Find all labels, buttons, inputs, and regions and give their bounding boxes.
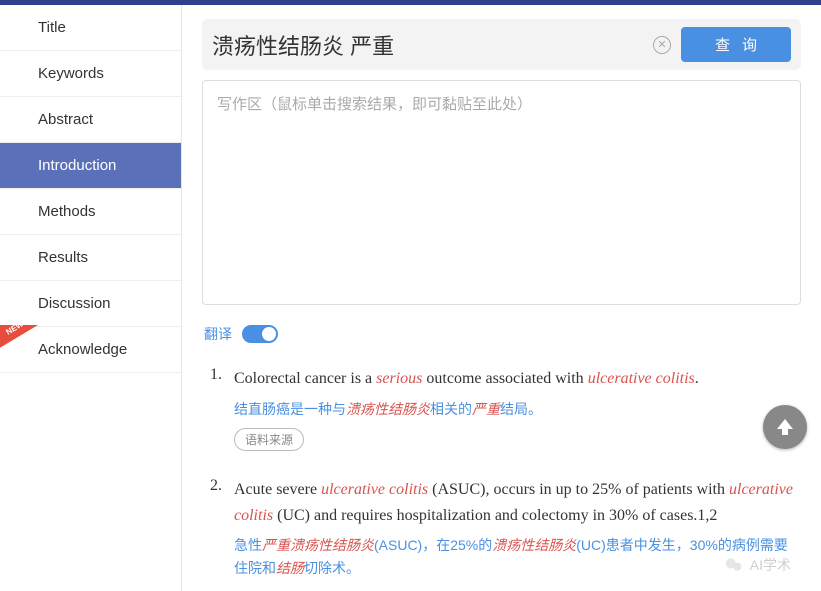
result-item[interactable]: 2. Acute severe ulcerative colitis (ASUC… xyxy=(210,477,801,579)
sidebar-item-label: Results xyxy=(38,249,88,266)
result-body: Acute severe ulcerative colitis (ASUC), … xyxy=(234,477,801,579)
sidebar: Title Keywords Abstract Introduction Met… xyxy=(0,5,182,591)
clear-icon[interactable]: ✕ xyxy=(653,36,671,54)
source-button[interactable]: 语料来源 xyxy=(234,428,304,451)
sidebar-item-label: Methods xyxy=(38,203,96,220)
sidebar-item-results[interactable]: Results xyxy=(0,235,181,281)
watermark-text: AI学术 xyxy=(750,555,791,575)
search-row: ✕ 查询 xyxy=(202,19,801,70)
sidebar-item-introduction[interactable]: Introduction xyxy=(0,143,181,189)
result-item[interactable]: 1. Colorectal cancer is a serious outcom… xyxy=(210,366,801,451)
wechat-icon xyxy=(724,555,744,575)
search-input[interactable] xyxy=(212,32,643,58)
sidebar-item-discussion[interactable]: Discussion xyxy=(0,281,181,327)
sidebar-item-abstract[interactable]: Abstract xyxy=(0,97,181,143)
main-layout: Title Keywords Abstract Introduction Met… xyxy=(0,5,821,591)
result-chinese: 结直肠癌是一种与溃疡性结肠炎相关的严重结局。 xyxy=(234,398,801,420)
sidebar-item-acknowledge[interactable]: NEW Acknowledge xyxy=(0,327,181,373)
new-badge-icon: NEW xyxy=(0,325,34,345)
translate-row: 翻译 xyxy=(204,324,801,344)
result-number: 1. xyxy=(210,366,234,451)
result-chinese: 急性严重溃疡性结肠炎(ASUC)，在25%的溃疡性结肠炎(UC)患者中发生，30… xyxy=(234,534,801,579)
content-area: ✕ 查询 翻译 1. Colorectal cancer is a seriou… xyxy=(182,5,821,591)
sidebar-item-label: Keywords xyxy=(38,65,104,82)
sidebar-item-title[interactable]: Title xyxy=(0,5,181,51)
sidebar-item-label: Title xyxy=(38,19,66,36)
arrow-up-icon xyxy=(773,415,797,439)
sidebar-item-keywords[interactable]: Keywords xyxy=(0,51,181,97)
scroll-top-button[interactable] xyxy=(763,405,807,449)
sidebar-item-label: Acknowledge xyxy=(38,341,127,358)
result-english: Colorectal cancer is a serious outcome a… xyxy=(234,366,801,392)
sidebar-item-label: Discussion xyxy=(38,295,111,312)
translate-toggle[interactable] xyxy=(242,325,278,343)
result-body: Colorectal cancer is a serious outcome a… xyxy=(234,366,801,451)
query-button[interactable]: 查询 xyxy=(681,27,791,62)
translate-label: 翻译 xyxy=(204,324,232,344)
results-list: 1. Colorectal cancer is a serious outcom… xyxy=(202,366,801,579)
sidebar-item-label: Abstract xyxy=(38,111,93,128)
result-number: 2. xyxy=(210,477,234,579)
result-english: Acute severe ulcerative colitis (ASUC), … xyxy=(234,477,801,528)
sidebar-item-label: Introduction xyxy=(38,157,116,174)
watermark: AI学术 xyxy=(724,555,791,575)
write-area[interactable] xyxy=(202,80,801,305)
sidebar-item-methods[interactable]: Methods xyxy=(0,189,181,235)
